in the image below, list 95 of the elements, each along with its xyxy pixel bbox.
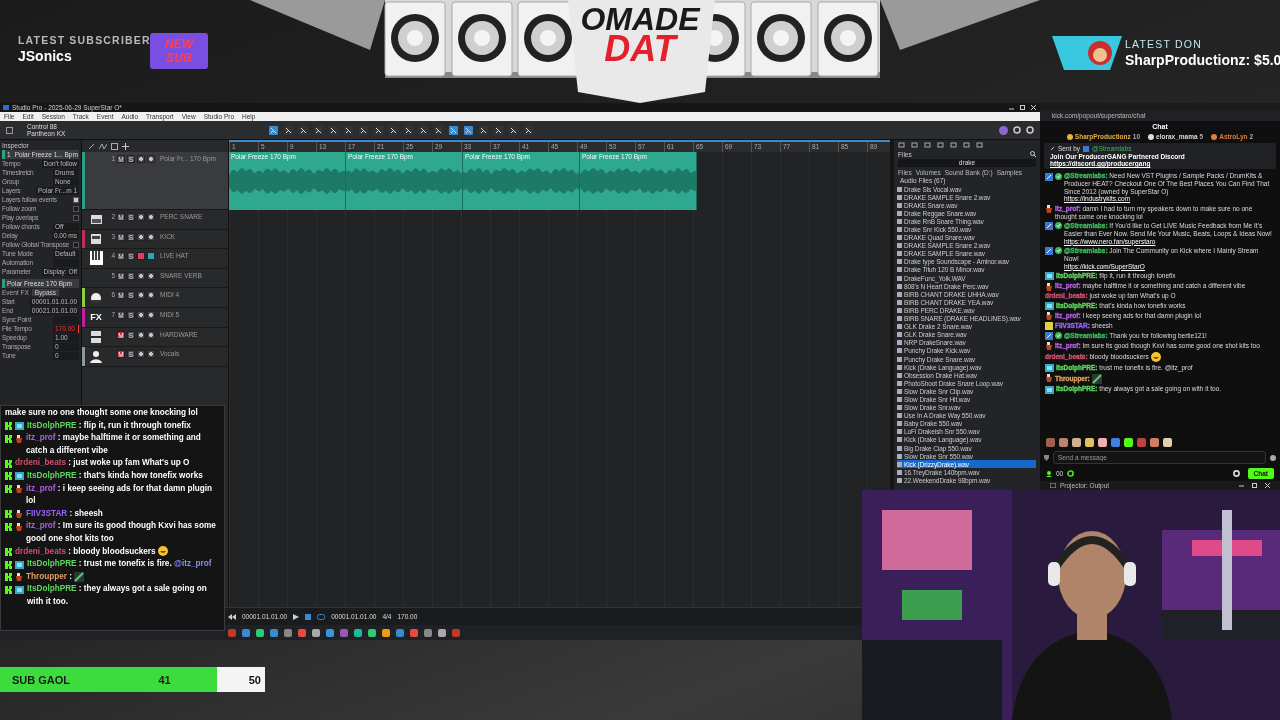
chat-message: itz_prof : i keep seeing ads for that damn plugin lol [26,482,214,508]
close-icon[interactable] [1031,105,1036,110]
tool-icon[interactable] [389,125,399,135]
record-button[interactable] [137,271,145,280]
kick-badge-icon [5,585,12,594]
kick-badge-icon [5,573,12,582]
chat-message: Throupper : [26,570,220,584]
user-avatar-icon [999,125,1008,135]
checkbox[interactable] [73,241,79,248]
emoji-icon[interactable] [1270,454,1276,461]
chat-message: ItsDolphPRE : flip it, run it through tonefix [27,419,192,432]
goal-current: 41 [158,673,171,686]
chat-message: itz_prof : Im sure its good though Kxvi has some good one shot kits too [26,520,217,545]
refresh-icon[interactable] [1067,470,1075,477]
donation-text: SharpProductionz: $5.0 [1125,52,1280,68]
logo-text: OMADE [580,4,700,34]
chat-message: drdeni_beats : bloody bloodsuckers [15,545,220,559]
kick-badge-icon [5,422,12,431]
search-icon[interactable] [1030,151,1036,157]
monitor-button[interactable] [147,310,155,319]
tool-icon[interactable] [449,125,459,135]
chat-message: make sure no one thought some one knocking lol [5,407,199,419]
mention-link[interactable]: @itz_prof [173,559,212,569]
list-icon[interactable] [111,142,118,150]
subscriber-label: LATEST SUBSCRIBER [18,34,151,46]
monitor-button[interactable] [147,271,155,280]
chat-message: ItsDolphPRE : they always got a sale going on with it too. [27,583,208,608]
kick-badge-icon [5,434,12,443]
donation-label: LATEST DON [1125,38,1203,50]
tool-icon[interactable] [419,125,429,135]
checkbox[interactable] [73,214,79,221]
tool-icon[interactable] [329,125,339,135]
goal-target: 50 [248,673,261,686]
avatar-icon [1052,34,1122,72]
verified-icon [1055,332,1062,340]
record-button[interactable] [137,232,145,241]
app-logo-icon [3,105,9,110]
goal-label: SUB GAOL [12,673,71,686]
verified-icon [1055,247,1062,255]
minimize-icon[interactable] [1009,105,1014,110]
add-icon[interactable] [122,142,129,150]
logo-text: DAT [580,34,700,64]
loop-icon[interactable] [317,613,326,620]
play-icon[interactable] [293,613,300,620]
kick-badge-icon [5,510,12,519]
monitor-button[interactable] [147,330,155,339]
automation-icon[interactable] [99,142,107,150]
maximize-icon[interactable] [1020,105,1025,110]
monitor-button[interactable] [147,213,155,221]
fx-label: FX [90,312,102,323]
record-button[interactable] [137,350,145,359]
wrench-icon[interactable] [88,142,95,150]
kick-badge-icon [5,522,12,531]
kick-badge-icon [5,560,12,569]
monitor-button[interactable] [147,350,155,359]
record-button[interactable] [137,330,145,339]
monitor-button[interactable] [147,291,155,300]
tool-icon[interactable] [269,125,279,135]
new-sub-badge: NEW SUB [150,33,208,69]
chat-message: drdeni_beats : just woke up fam What's up O [15,457,191,470]
tool-icon[interactable] [509,125,519,135]
checkbox[interactable] [73,196,79,203]
kick-badge-icon [5,548,12,557]
record-button[interactable] [137,310,145,319]
monitor-button[interactable] [147,252,155,261]
rewind-icon[interactable] [228,613,236,620]
record-button[interactable] [137,213,145,221]
checkbox[interactable] [73,205,79,212]
record-button[interactable] [137,291,145,300]
tool-icon[interactable] [479,125,489,135]
projector-icon [1050,483,1056,488]
minimize-icon[interactable] [1239,483,1244,488]
settings-icon[interactable] [1232,470,1240,477]
value-field[interactable] [53,315,79,324]
monitor-button[interactable] [147,155,155,163]
close-icon[interactable] [1265,483,1270,488]
shield-icon [1044,454,1049,461]
record-button[interactable] [137,155,145,163]
monitor-button[interactable] [147,232,155,241]
tool-icon[interactable] [359,125,369,135]
chat-message: ItsDolphPRE : trust me tonefix is fire. @itz_prof [27,558,213,571]
kick-badge-icon [5,459,12,468]
chat-message: ItsDolphPRE : that's kinda how tonefix works [27,469,204,482]
stop-icon[interactable] [305,613,312,620]
kick-badge-icon [5,485,12,494]
kick-badge-icon [5,472,12,481]
chat-message: FIIV3STAR : sheesh [26,507,104,520]
tool-icon[interactable] [299,125,309,135]
maximize-icon[interactable] [1252,483,1257,488]
robot-icon [1083,145,1090,152]
verified-icon [1055,222,1062,230]
chat-message: itz_prof : maybe halftime it or something and catch a different vibe [26,432,202,457]
viewers-icon [1046,470,1052,477]
verified-icon [1055,172,1062,180]
subscriber-name: JSonics [18,48,73,64]
